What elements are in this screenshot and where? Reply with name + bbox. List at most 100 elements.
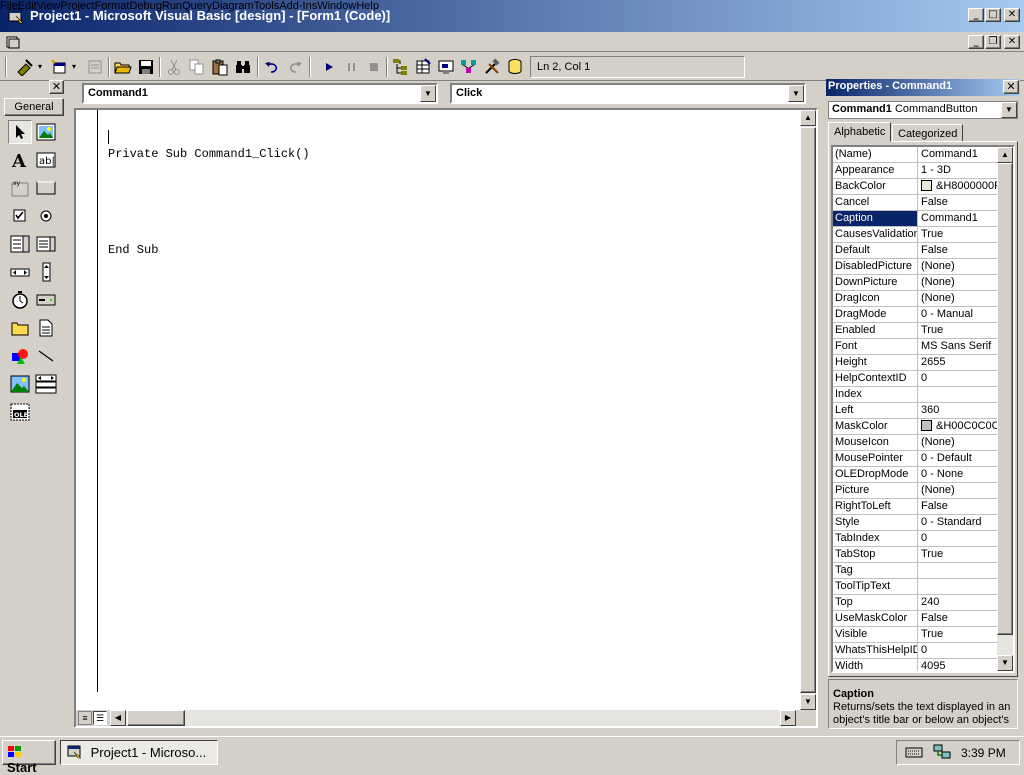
property-row[interactable]: TabIndex 0	[833, 531, 999, 547]
end-button[interactable]	[363, 56, 385, 78]
break-button[interactable]	[341, 56, 363, 78]
property-value[interactable]: (None)	[919, 275, 999, 290]
vertical-scrollbar[interactable]: ▲ ▼	[800, 110, 816, 710]
property-row[interactable]: Enabled True	[833, 323, 999, 339]
menu-query[interactable]: Query	[182, 0, 212, 12]
add-form-button[interactable]	[48, 56, 70, 78]
listbox-tool[interactable]	[34, 232, 58, 256]
property-value[interactable]: (None)	[919, 259, 999, 274]
toolbox-tab-general[interactable]: General	[4, 98, 64, 116]
dirlistbox-tool[interactable]	[8, 316, 32, 340]
property-value[interactable]: Command1	[919, 211, 999, 226]
menu-project[interactable]: Project	[60, 0, 94, 12]
property-row[interactable]: DragIcon (None)	[833, 291, 999, 307]
menu-file[interactable]: File	[0, 0, 18, 12]
property-value[interactable]: True	[919, 227, 999, 242]
save-project-button[interactable]	[135, 56, 157, 78]
keyboard-icon[interactable]	[905, 745, 923, 759]
project-explorer-button[interactable]	[389, 56, 411, 78]
property-value[interactable]: 240	[919, 595, 999, 610]
scroll-down-button[interactable]: ▼	[800, 694, 816, 710]
properties-window-button[interactable]	[412, 56, 434, 78]
property-row[interactable]: (Name) Command1	[833, 147, 999, 163]
menu-edit[interactable]: Edit	[18, 0, 37, 12]
scroll-up-button[interactable]: ▲	[800, 110, 816, 126]
dropdown-arrow-icon[interactable]: ▼	[788, 85, 804, 102]
vscrollbar-tool[interactable]	[34, 260, 58, 284]
label-tool[interactable]: A	[8, 148, 32, 172]
property-row[interactable]: Tag	[833, 563, 999, 579]
property-value[interactable]: 4095	[919, 659, 999, 671]
property-value[interactable]: True	[919, 323, 999, 338]
property-row[interactable]: HelpContextID 0	[833, 371, 999, 387]
property-value[interactable]: 2655	[919, 355, 999, 370]
property-row[interactable]: RightToLeft False	[833, 499, 999, 515]
scroll-left-button[interactable]: ◀	[110, 710, 126, 726]
property-row[interactable]: TabStop True	[833, 547, 999, 563]
filelistbox-tool[interactable]	[34, 316, 58, 340]
maximize-button[interactable]: □	[985, 8, 1001, 22]
tab-categorized[interactable]: Categorized	[892, 124, 964, 142]
paste-button[interactable]	[209, 56, 231, 78]
property-row[interactable]: MouseIcon (None)	[833, 435, 999, 451]
close-button[interactable]: ✕	[1004, 8, 1020, 22]
property-value[interactable]	[919, 563, 999, 578]
menu-diagram[interactable]: Diagram	[212, 0, 254, 12]
pointer-tool[interactable]	[8, 120, 32, 144]
open-project-button[interactable]	[112, 56, 134, 78]
property-value[interactable]: 1 - 3D	[919, 163, 999, 178]
property-value[interactable]: 0	[919, 643, 999, 658]
property-row[interactable]: Height 2655	[833, 355, 999, 371]
menu-run[interactable]: Run	[162, 0, 182, 12]
horizontal-scroll-thumb[interactable]	[127, 710, 185, 726]
minimize-button[interactable]: _	[968, 8, 984, 22]
textbox-tool[interactable]: ab|	[34, 148, 58, 172]
code-text[interactable]: Private Sub Command1_Click() ​ End Sub	[108, 114, 310, 290]
redo-button[interactable]	[284, 56, 306, 78]
object-selector-combobox[interactable]: Command1 CommandButton ▼	[828, 101, 1018, 119]
start-button-run[interactable]	[318, 56, 340, 78]
property-value[interactable]: False	[919, 499, 999, 514]
full-module-view-button[interactable]: ☰	[93, 711, 107, 725]
add-project-button[interactable]	[14, 56, 36, 78]
menu-help[interactable]: Help	[356, 0, 379, 12]
property-value[interactable]: &H8000000F	[919, 179, 999, 194]
property-row[interactable]: DisabledPicture (None)	[833, 259, 999, 275]
start-button[interactable]: Start	[2, 740, 56, 775]
menu-view[interactable]: View	[37, 0, 61, 12]
vertical-scroll-thumb[interactable]	[800, 127, 816, 693]
property-row[interactable]: OLEDropMode 0 - None	[833, 467, 999, 483]
copy-button[interactable]	[186, 56, 208, 78]
form-layout-button[interactable]	[435, 56, 457, 78]
property-row[interactable]: MousePointer 0 - Default	[833, 451, 999, 467]
property-value[interactable]: (None)	[919, 291, 999, 306]
undo-button[interactable]	[261, 56, 283, 78]
property-row[interactable]: Caption Command1	[833, 211, 999, 227]
margin-indicator-bar[interactable]	[76, 110, 98, 692]
property-value[interactable]: False	[919, 243, 999, 258]
property-row[interactable]: WhatsThisHelpID 0	[833, 643, 999, 659]
property-row[interactable]: BackColor &H8000000F	[833, 179, 999, 195]
scroll-right-button[interactable]: ▶	[780, 710, 796, 726]
child-minimize-button[interactable]: _	[968, 35, 984, 49]
menu-window[interactable]: Window	[317, 0, 356, 12]
document-icon[interactable]	[6, 35, 20, 49]
data-view-button[interactable]	[504, 56, 526, 78]
property-row[interactable]: Picture (None)	[833, 483, 999, 499]
drivelistbox-tool[interactable]	[34, 288, 58, 312]
property-row[interactable]: Left 360	[833, 403, 999, 419]
checkbox-tool[interactable]	[8, 204, 32, 228]
properties-vertical-scrollbar[interactable]: ▲ ▼	[997, 147, 1013, 671]
property-row[interactable]: Width 4095	[833, 659, 999, 671]
property-value[interactable]: Command1	[919, 147, 999, 162]
property-row[interactable]: Index	[833, 387, 999, 403]
network-icon[interactable]	[933, 744, 951, 760]
dropdown-arrow-icon[interactable]: ▾	[72, 62, 76, 71]
property-row[interactable]: MaskColor &H00C0C0C0	[833, 419, 999, 435]
menu-add-ins[interactable]: Add-Ins	[279, 0, 317, 12]
frame-tool[interactable]: xy	[8, 176, 32, 200]
property-row[interactable]: DownPicture (None)	[833, 275, 999, 291]
property-value[interactable]: (None)	[919, 483, 999, 498]
property-value[interactable]: &H00C0C0C0	[919, 419, 999, 434]
menu-format[interactable]: Format	[95, 0, 130, 12]
